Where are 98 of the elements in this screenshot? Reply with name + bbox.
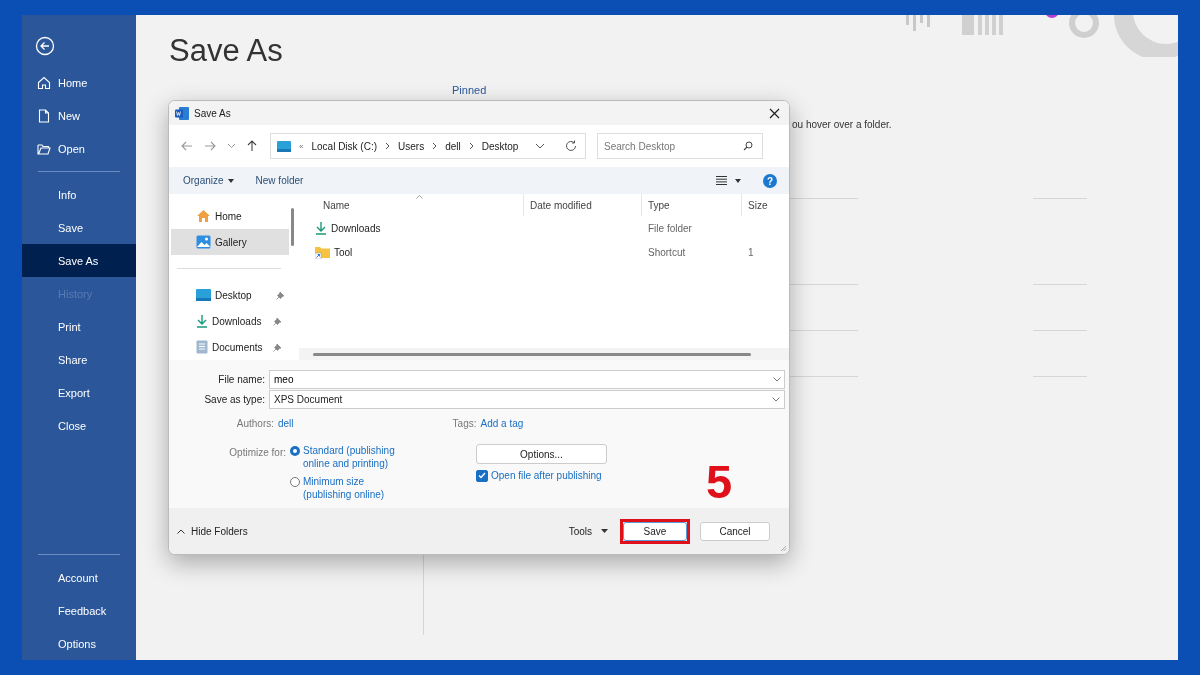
close-icon[interactable] (769, 107, 780, 119)
field-label: Authors: (235, 417, 275, 429)
home-icon (196, 209, 211, 223)
options-button[interactable]: Options... (476, 444, 607, 464)
sidebar-item[interactable]: Print (22, 310, 136, 343)
download-icon (196, 314, 208, 328)
search-field[interactable]: Search Desktop (597, 133, 763, 159)
nav-item[interactable]: Home (169, 203, 289, 229)
authors-link[interactable]: dell (278, 417, 294, 429)
hide-folders-button[interactable]: Hide Folders (177, 525, 248, 537)
nav-item[interactable]: Gallery (171, 229, 289, 255)
sidebar-item[interactable]: Home (22, 66, 136, 99)
chevron-down-icon (773, 376, 781, 382)
desktop-icon (196, 289, 211, 301)
new-folder-button[interactable]: New folder (255, 175, 304, 186)
field-label: Save as type: (203, 393, 266, 405)
file-name: Downloads (331, 222, 381, 234)
document-icon (196, 340, 208, 354)
breadcrumb-item[interactable]: Local Disk (C:) (311, 140, 378, 152)
nav-item[interactable]: Documents (169, 334, 289, 360)
back-arrow-icon[interactable] (181, 141, 193, 151)
hint-text: ou hover over a folder. (792, 119, 892, 130)
address-bar[interactable]: « Local Disk (C:) Users dell Desktop (270, 133, 586, 159)
list-view-icon[interactable] (716, 176, 727, 185)
sidebar-item[interactable]: Open (22, 132, 136, 165)
column-header[interactable]: Size (742, 194, 789, 216)
breadcrumb-item[interactable]: dell (445, 140, 461, 152)
nav-item[interactable]: Desktop (169, 282, 289, 308)
file-type-dropdown[interactable]: XPS Document (269, 389, 785, 409)
scrollbar[interactable] (313, 352, 751, 356)
caret-icon (601, 529, 608, 533)
file-size: 1 (747, 246, 755, 258)
field-label: Optimize for: (228, 446, 287, 460)
sidebar-item[interactable]: Save As (22, 244, 136, 277)
file-type: Shortcut (647, 246, 687, 258)
sidebar-item[interactable]: Info (22, 178, 136, 211)
sidebar-item[interactable]: Share (22, 343, 136, 376)
resize-grip-icon[interactable] (780, 545, 787, 552)
page-title: Save As (168, 32, 283, 70)
field-label: Tags: (452, 417, 477, 429)
column-header[interactable]: Name (299, 194, 524, 216)
sidebar-item[interactable]: Feedback (22, 594, 136, 627)
nav-item[interactable]: Downloads (169, 308, 289, 334)
breadcrumb-item[interactable]: Users (398, 140, 425, 152)
chevron-down-icon (772, 396, 780, 402)
chevron-up-icon (177, 528, 185, 534)
sidebar-item[interactable]: New (22, 99, 136, 132)
file-row[interactable]: Downloads File folder (299, 216, 789, 240)
word-icon (175, 106, 189, 120)
sidebar-item[interactable]: Close (22, 409, 136, 442)
sidebar-item[interactable]: Save (22, 211, 136, 244)
step-number: 5 (706, 458, 733, 505)
section-heading: Pinned (452, 84, 487, 96)
file-name-field[interactable]: meo (269, 369, 785, 389)
organize-menu[interactable]: Organize (183, 175, 234, 186)
breadcrumb-overflow[interactable]: « (299, 141, 304, 151)
checkbox[interactable] (476, 469, 488, 482)
tools-menu[interactable]: Tools (568, 525, 608, 537)
sidebar-item[interactable]: Export (22, 376, 136, 409)
chevron-down-icon[interactable] (535, 143, 545, 149)
file-row[interactable]: Tool Shortcut 1 (299, 240, 789, 264)
column-header[interactable]: Date modified (524, 194, 642, 216)
radio-button[interactable] (290, 446, 300, 456)
download-icon (315, 221, 327, 235)
cancel-button[interactable]: Cancel (700, 521, 770, 541)
chevron-right-icon (468, 142, 474, 150)
back-icon[interactable] (35, 36, 55, 56)
file-type: File folder (647, 222, 693, 234)
scrollbar[interactable] (291, 208, 294, 246)
sidebar-item[interactable]: Options (22, 627, 136, 660)
sidebar-item[interactable]: Account (22, 561, 136, 594)
dialog-title: Save As (194, 107, 231, 119)
image-icon (196, 235, 211, 249)
caret-icon[interactable] (735, 178, 741, 183)
sort-caret-icon (416, 195, 423, 199)
chevron-right-icon (385, 142, 391, 150)
search-icon (743, 141, 753, 151)
forward-arrow-icon[interactable] (204, 141, 216, 151)
radio-option[interactable]: Standard (publishing online and printing) (290, 444, 476, 470)
up-arrow-icon[interactable] (247, 140, 257, 152)
chevron-right-icon (432, 142, 438, 150)
desktop-icon (277, 140, 291, 152)
column-header[interactable]: Type (642, 194, 742, 216)
save-button[interactable]: Save (623, 521, 687, 541)
help-icon[interactable]: ? (763, 173, 777, 188)
checkbox-option[interactable]: Open file after publishing (476, 469, 607, 482)
radio-option[interactable]: Minimum size (publishing online) (290, 475, 476, 501)
tags-link[interactable]: Add a tag (480, 417, 524, 429)
home-icon (37, 75, 51, 90)
radio-button[interactable] (290, 477, 300, 487)
folder-icon (37, 141, 51, 156)
breadcrumb-item[interactable]: Desktop (481, 140, 519, 152)
document-icon (37, 108, 51, 123)
shortcut-folder-icon (315, 245, 330, 259)
field-label: File name: (217, 373, 266, 385)
file-name: Tool (334, 246, 353, 258)
refresh-icon[interactable] (565, 140, 577, 152)
caret-icon (227, 178, 234, 183)
